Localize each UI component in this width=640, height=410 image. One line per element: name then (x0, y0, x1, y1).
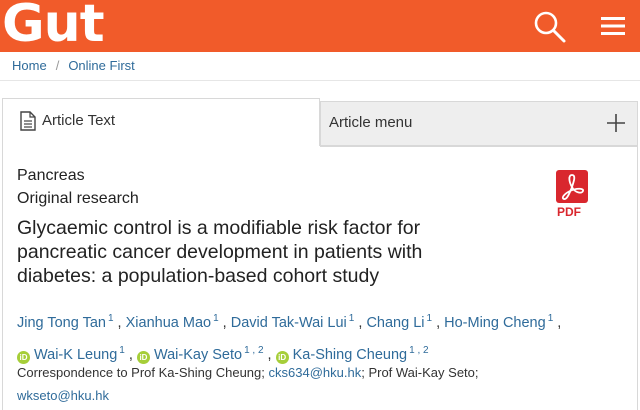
plus-icon[interactable] (606, 113, 626, 133)
tab-divider-line (320, 146, 638, 147)
tab-article-text[interactable]: Article Text (2, 98, 320, 146)
pdf-label: PDF (557, 205, 581, 219)
divider (0, 80, 640, 81)
author-link[interactable]: Ho-Ming Cheng 1 (444, 313, 553, 331)
author-link[interactable]: Jing Tong Tan 1 (17, 313, 114, 331)
search-icon[interactable] (531, 8, 567, 44)
breadcrumb-online-first[interactable]: Online First (68, 58, 134, 73)
author-link[interactable]: David Tak-Wai Lui 1 (231, 313, 355, 331)
hamburger-menu-icon[interactable] (594, 8, 630, 44)
tab-article-text-label: Article Text (42, 112, 116, 129)
pdf-icon (556, 170, 588, 203)
pdf-download-button[interactable]: PDF (555, 170, 591, 222)
author-link[interactable]: Chang Li 1 (366, 313, 432, 331)
correspondence: Correspondence to Prof Ka-Shing Cheung; … (17, 361, 627, 407)
page: Gut Home / Online First Article Text Art… (0, 0, 640, 410)
article-type: Original research (17, 190, 139, 207)
document-icon (20, 111, 36, 131)
email-link[interactable]: cks634@hku.hk (269, 365, 362, 380)
article-subject[interactable]: Pancreas (17, 167, 85, 185)
author-list: Jing Tong Tan 1 , Xianhua Mao 1 , David Ta… (17, 313, 562, 364)
correspondence-prefix: Correspondence to Prof Ka-Shing Cheung; (17, 365, 265, 380)
author-link[interactable]: Xianhua Mao 1 (126, 313, 219, 331)
correspondence-middle: ; Prof Wai-Kay Seto; (361, 365, 479, 380)
article-title: Glycaemic control is a modifiable risk f… (17, 217, 423, 287)
email-link[interactable]: wkseto@hku.hk (17, 388, 109, 403)
tab-article-menu[interactable]: Article menu (320, 101, 638, 146)
tab-article-menu-label: Article menu (329, 114, 413, 131)
breadcrumb-home[interactable]: Home (12, 58, 47, 73)
breadcrumb: Home / Online First (12, 56, 135, 74)
breadcrumb-separator: / (55, 57, 60, 73)
site-logo[interactable]: Gut (2, 0, 105, 54)
site-header: Gut (0, 0, 640, 54)
